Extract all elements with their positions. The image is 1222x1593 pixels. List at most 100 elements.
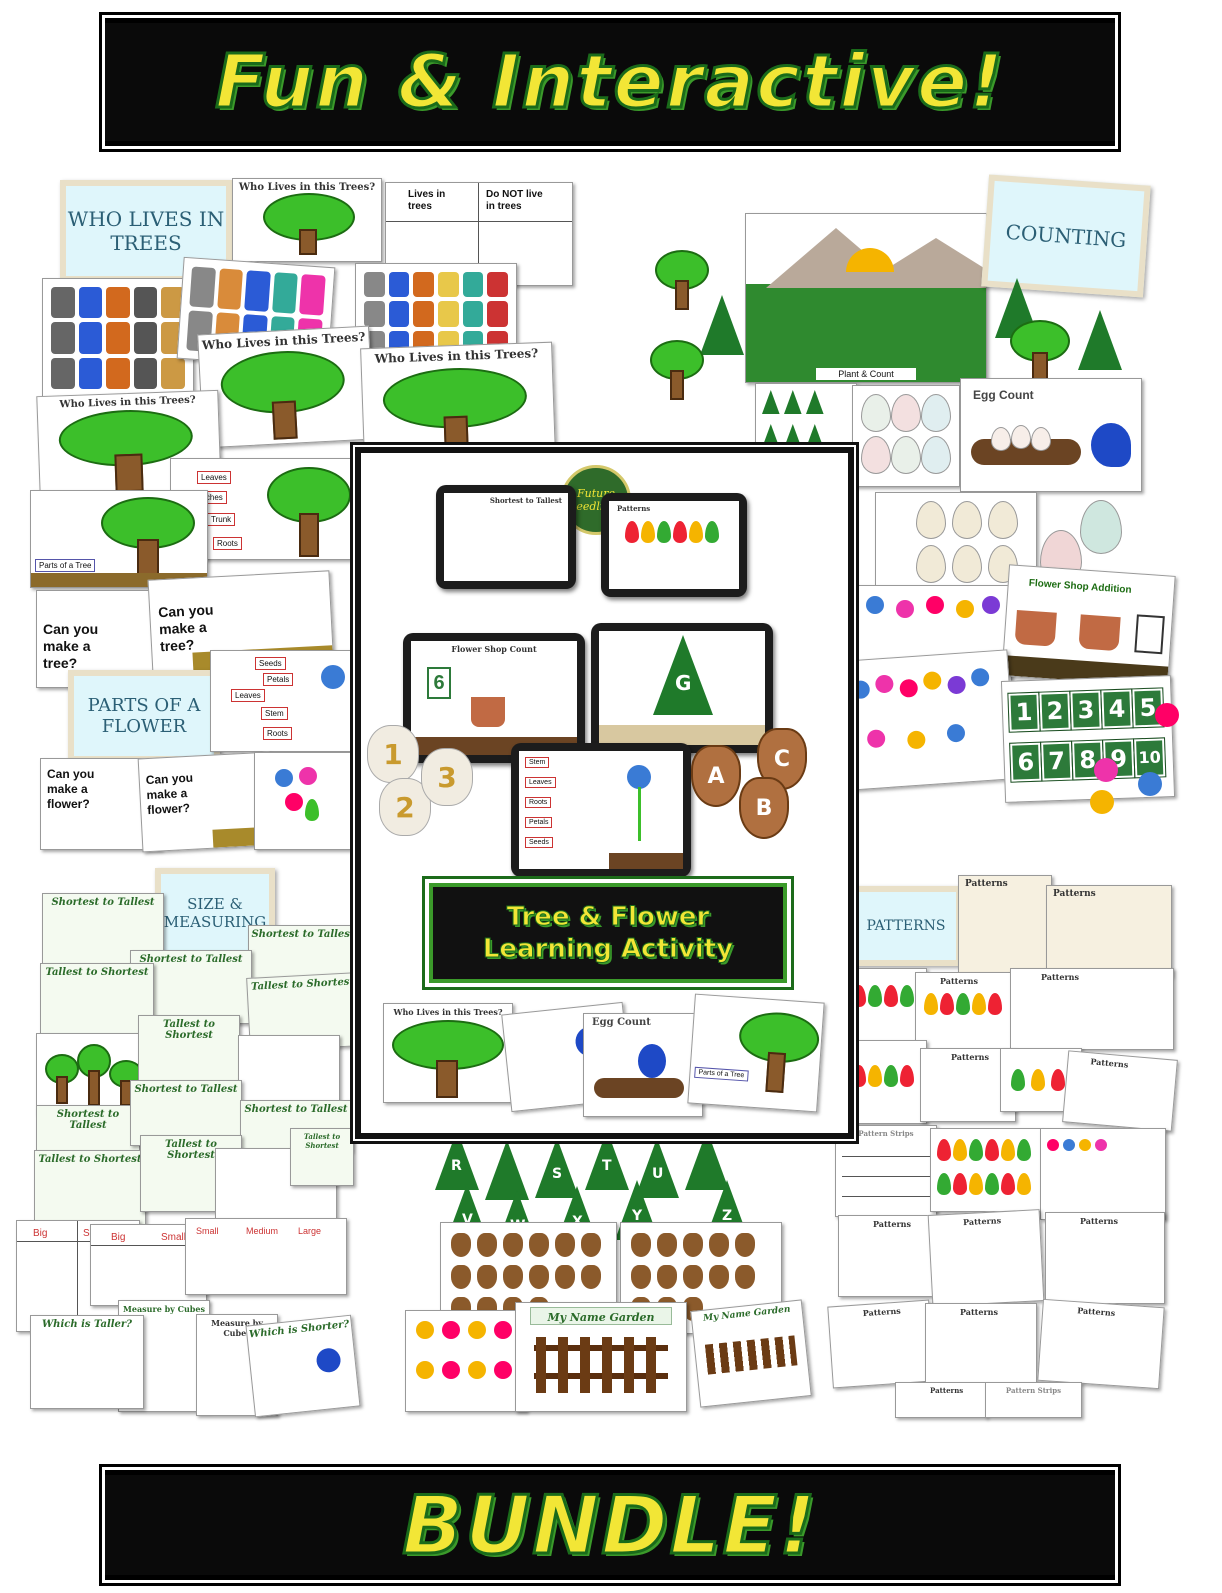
- tallest-shortest-card-6: Tallest to Shortest: [290, 1128, 354, 1186]
- lives-in-trees-label: Lives in trees: [408, 189, 446, 212]
- make-tree-prompt: Can you make a tree?: [43, 621, 99, 671]
- flower-label-roots: Roots: [263, 727, 292, 740]
- name-garden-card-2: My Name Garden: [690, 1299, 812, 1408]
- which-shorter-card: Which is Shorter?: [245, 1314, 361, 1418]
- loose-egg: [1080, 500, 1122, 554]
- tablet-label: Petals: [525, 817, 553, 828]
- pattern-strip-card-3: Patterns: [895, 1382, 987, 1418]
- big-label: Big: [33, 1228, 48, 1239]
- who-lives-card-2: Who Lives in this Trees?: [197, 325, 375, 449]
- patterns-list-card-2: Patterns: [1046, 885, 1172, 977]
- card-heading: Shortest to Tallest: [134, 1084, 238, 1095]
- large-label: Large: [298, 1226, 322, 1236]
- card-heading: Who Lives in this Trees?: [393, 1007, 503, 1017]
- flower-pieces-card: [254, 752, 352, 850]
- bottom-banner-text: BUNDLE!: [401, 1477, 818, 1573]
- tree-letter: T: [602, 1158, 612, 1174]
- patterns-label: Patterns: [1080, 1216, 1118, 1226]
- cover-title-line1: Tree & Flower: [506, 902, 710, 933]
- patterns-label: Patterns: [960, 1307, 998, 1317]
- who-lives-title-text: WHO LIVES IN TREES: [67, 207, 225, 255]
- patterns-label: Patterns: [862, 1305, 902, 1319]
- card-heading: Tallest to Shortest: [45, 967, 149, 978]
- tablet-letter: G: [675, 671, 692, 695]
- product-cover: Future Seedlings Shortest to Tallest Pat…: [355, 447, 854, 1139]
- loose-flower: [1138, 772, 1162, 796]
- leaf-pattern-card-3: [845, 1040, 927, 1124]
- tree-illustration: [263, 193, 355, 255]
- tablet-label: Stem: [525, 757, 550, 768]
- name-garden-title: My Name Garden: [530, 1307, 672, 1325]
- cover-mini-who-lives: Who Lives in this Trees?: [383, 1003, 513, 1103]
- patterns-list-card-1: Patterns: [958, 875, 1052, 975]
- number-tile: 2: [1038, 690, 1072, 732]
- tablet-title: Patterns: [617, 504, 651, 513]
- flower-pattern-card-5: Patterns: [925, 1303, 1037, 1385]
- tree-illustration: [101, 497, 195, 579]
- flower-pattern-card-3: Patterns: [1045, 1212, 1165, 1304]
- card-heading: Tallest to Shortest: [303, 1132, 341, 1150]
- tallest-shortest-card-3: Tallest to Shortest: [138, 1015, 240, 1089]
- make-tree-prompt: Can you make a tree?: [157, 601, 214, 655]
- tablet-letter-tree: G: [591, 623, 773, 753]
- leaf-array-card: [930, 1128, 1042, 1212]
- patterns-label: Patterns: [873, 1219, 911, 1229]
- plant-count-card: Plant & Count: [745, 213, 987, 383]
- patterns-title-text: PATTERNS: [866, 918, 946, 934]
- parts-of-tree-label: Parts of a Tree: [694, 1066, 749, 1082]
- flower-count-card-2: [840, 649, 1017, 791]
- flower-addition-title: Flower Shop Addition: [1028, 577, 1132, 596]
- flower-pattern-card-1: Patterns: [838, 1215, 940, 1297]
- who-lives-card-3: Who Lives in this Trees?: [360, 341, 556, 461]
- tablet-shortest-tallest: Shortest to Tallest: [436, 485, 576, 589]
- card-heading: Measure by Cubes: [123, 1304, 205, 1314]
- palm-size-card: [238, 1035, 340, 1109]
- card-heading: Shortest to Tallest: [56, 1109, 120, 1131]
- make-flower-prompt: Can you make a flower?: [145, 770, 194, 818]
- tree-letter: S: [552, 1166, 563, 1182]
- tablet-label: Leaves: [525, 777, 556, 788]
- flower-pattern-card-2: Patterns: [927, 1209, 1045, 1307]
- parts-flower-title-text: PARTS OF A FLOWER: [87, 695, 201, 737]
- card-heading: Egg Count: [592, 1017, 651, 1028]
- flower-label-petals: Petals: [263, 673, 294, 686]
- card-heading: Who Lives in this Trees?: [238, 182, 376, 193]
- counting-title-text: COUNTING: [1004, 219, 1128, 253]
- card-heading: Shortest to Tallest: [244, 1104, 348, 1115]
- card-heading: Tallest to Shortest: [163, 1019, 215, 1041]
- loose-pine: [1078, 310, 1122, 370]
- big-label: Big: [111, 1232, 126, 1243]
- flower-label-seeds: Seeds: [255, 657, 286, 670]
- tree-label-roots: Roots: [213, 537, 242, 550]
- patterns-label: Patterns: [1090, 1056, 1129, 1070]
- make-flower-prompt: Can you make a flower?: [47, 767, 95, 811]
- patterns-label: Patterns: [962, 1215, 1002, 1228]
- tablet-patterns: Patterns: [601, 493, 747, 597]
- parts-tree-card-2: Parts of a Tree: [30, 490, 208, 588]
- which-taller-card: Which is Taller?: [30, 1315, 144, 1409]
- size-sort-card: Small Medium Large: [185, 1218, 347, 1295]
- pattern-strip-card-1: Patterns: [1010, 968, 1174, 1050]
- number-tile: 4: [1100, 688, 1134, 730]
- flower-letters-card: [405, 1310, 527, 1412]
- do-not-live-label: Do NOT live in trees: [486, 189, 543, 212]
- top-banner: Fun & Interactive!: [105, 18, 1115, 146]
- letter-acorn: B: [739, 777, 789, 839]
- flower-addition-card: Flower Shop Addition: [1001, 564, 1176, 688]
- name-garden-card: My Name Garden: [515, 1302, 687, 1412]
- number-tile: 6: [1009, 741, 1043, 783]
- loose-pine: [700, 295, 744, 355]
- cover-title-line2: Learning Activity: [482, 934, 734, 965]
- who-lives-card-1: Who Lives in this Trees?: [232, 178, 382, 262]
- flower-pattern-card-4: Patterns: [827, 1299, 935, 1389]
- card-heading: Shortest to Tallest: [251, 929, 355, 940]
- tree-illustration: [267, 467, 351, 557]
- flower-illustration: [321, 665, 345, 689]
- egg-count-title: Egg Count: [973, 388, 1034, 402]
- egg-count-card: Egg Count: [960, 378, 1142, 492]
- loose-tree: [1010, 320, 1070, 384]
- patterns-label: Patterns: [965, 879, 1008, 889]
- patterns-title-card: PATTERNS: [850, 886, 962, 966]
- parts-of-tree-label: Parts of a Tree: [35, 559, 96, 572]
- loose-flower: [1155, 703, 1179, 727]
